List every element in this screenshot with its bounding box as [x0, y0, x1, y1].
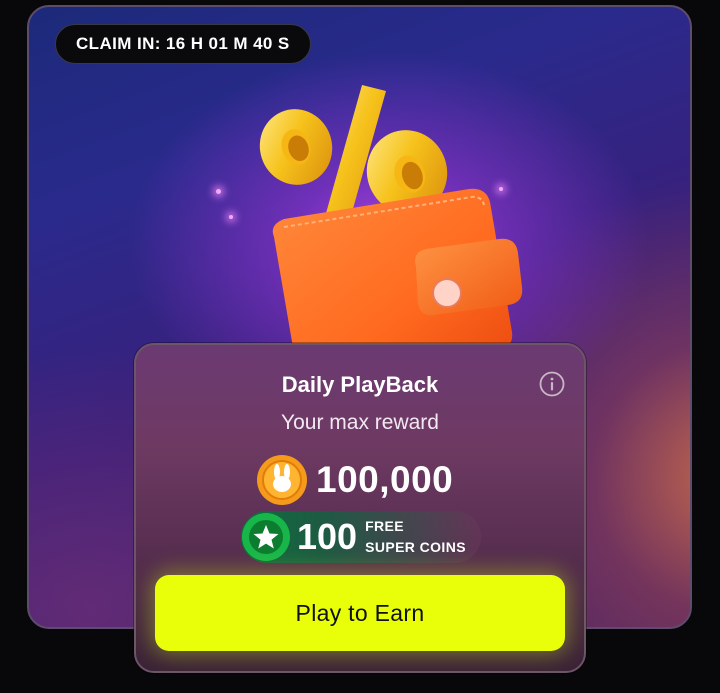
super-coins-label: FREE SUPER COINS — [365, 516, 466, 558]
bunny-coin-icon — [257, 455, 307, 505]
wallet-icon — [272, 188, 523, 357]
countdown-text: CLAIM IN: 16 H 01 M 40 S — [76, 34, 290, 53]
wallet-percent-illustration — [259, 85, 523, 357]
panel-title: Daily PlayBack — [281, 372, 439, 397]
claim-countdown: CLAIM IN: 16 H 01 M 40 S — [55, 24, 311, 64]
super-coins-badge: 100 FREE SUPER COINS — [241, 511, 481, 563]
super-coins-amount: 100 — [297, 516, 358, 557]
info-icon[interactable] — [539, 371, 565, 397]
max-reward-row: 100,000 — [256, 453, 453, 507]
star-badge-icon — [242, 513, 290, 561]
sparkle-decoration — [229, 215, 233, 219]
panel-subtitle: Your max reward — [281, 411, 439, 434]
play-to-earn-button[interactable]: Play to Earn — [155, 575, 565, 651]
super-coins-label-line2: SUPER COINS — [365, 539, 466, 555]
super-coins-label-line1: FREE — [365, 518, 405, 534]
max-reward-amount: 100,000 — [316, 459, 454, 500]
sparkle-decoration — [216, 189, 221, 194]
